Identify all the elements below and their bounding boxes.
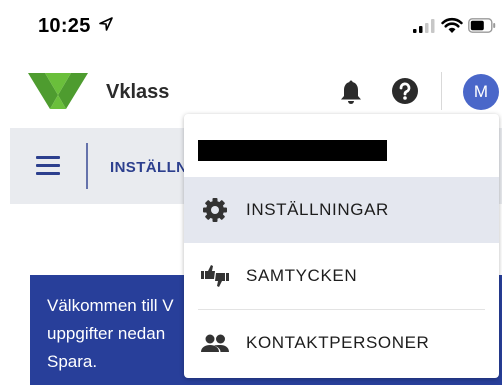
menu-item-kontaktpersoner[interactable]: KONTAKTPERSONER [184, 310, 499, 376]
avatar[interactable]: M [463, 74, 499, 110]
menu-item-installningar[interactable]: INSTÄLLNINGAR [184, 177, 499, 243]
wifi-icon [441, 17, 463, 33]
help-icon[interactable] [391, 77, 419, 105]
signal-icon [413, 19, 435, 33]
hamburger-icon[interactable] [36, 156, 60, 175]
header-divider [441, 72, 442, 110]
people-icon [201, 334, 229, 352]
location-arrow-icon [99, 17, 113, 31]
bell-icon[interactable] [340, 79, 362, 105]
battery-icon [468, 18, 496, 33]
user-dropdown-menu: INSTÄLLNINGAR SAMTYCKEN KONTAKTPERSONER [184, 114, 499, 378]
status-bar: 10:25 [0, 0, 502, 52]
menu-item-samtycken[interactable]: SAMTYCKEN [184, 243, 499, 309]
vklass-logo-icon[interactable] [28, 71, 88, 111]
status-time: 10:25 [38, 15, 91, 37]
menu-item-label: SAMTYCKEN [246, 266, 358, 285]
menu-item-label: KONTAKTPERSONER [246, 333, 430, 352]
logo-text: Vklass [106, 81, 170, 103]
gear-icon [203, 198, 227, 222]
redacted-user-name [198, 140, 387, 161]
menu-item-label: INSTÄLLNINGAR [246, 200, 389, 219]
breadcrumb-divider [86, 143, 88, 189]
thumbs-up-down-icon [201, 265, 229, 287]
breadcrumb-current: INSTÄLLN [110, 159, 188, 176]
